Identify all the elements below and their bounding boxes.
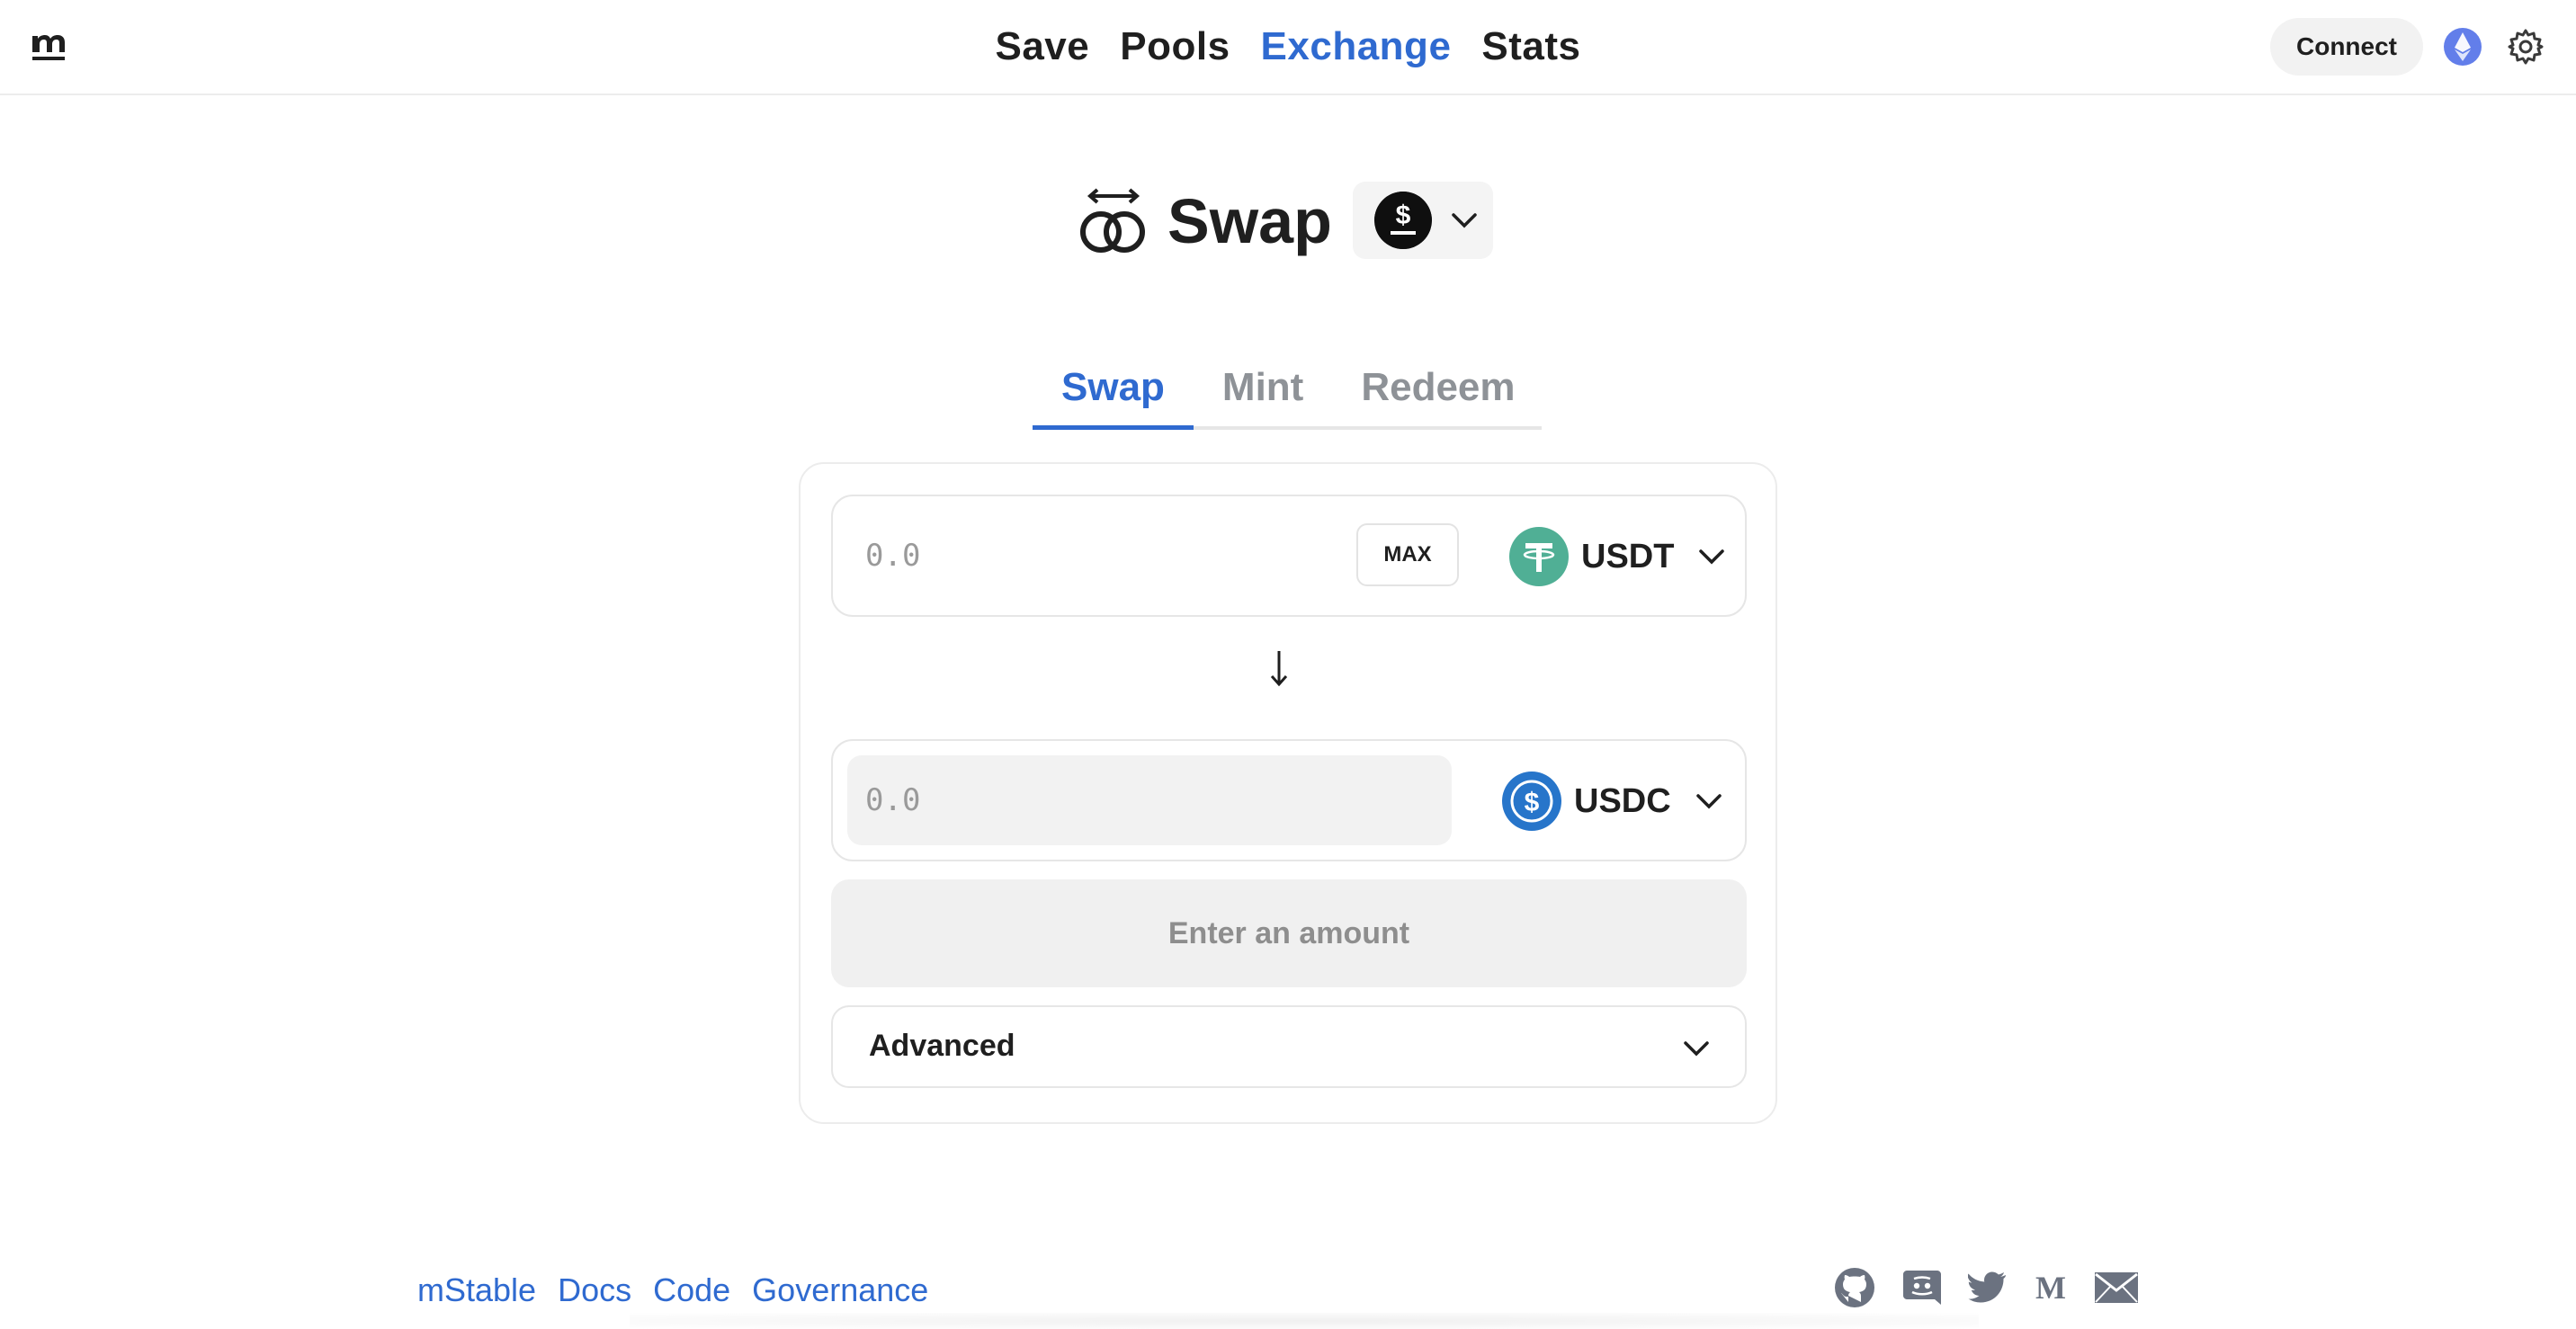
main-nav: Save Pools Exchange Stats bbox=[0, 18, 2576, 76]
advanced-label: Advanced bbox=[869, 1029, 1015, 1063]
chevron-down-icon bbox=[1684, 1041, 1709, 1057]
input-token-select[interactable]: USDT bbox=[1509, 525, 1726, 588]
masset-select-button[interactable]: $ bbox=[1353, 182, 1493, 259]
output-asset-box: $ USDC bbox=[831, 739, 1747, 861]
footer-link-mstable[interactable]: mStable bbox=[417, 1271, 536, 1309]
social-links: M bbox=[1833, 1266, 2139, 1309]
svg-text:$: $ bbox=[1525, 788, 1540, 817]
nav-exchange[interactable]: Exchange bbox=[1261, 18, 1452, 76]
submit-button[interactable]: Enter an amount bbox=[831, 879, 1747, 987]
output-amount-field bbox=[865, 775, 1315, 825]
nav-stats[interactable]: Stats bbox=[1481, 18, 1580, 76]
chevron-down-icon bbox=[1695, 794, 1722, 809]
swap-rings-icon bbox=[1080, 188, 1145, 253]
svg-text:$: $ bbox=[1396, 201, 1411, 230]
top-bar: Save Pools Exchange Stats Connect bbox=[0, 0, 2576, 95]
footer-link-docs[interactable]: Docs bbox=[558, 1271, 631, 1309]
advanced-toggle[interactable]: Advanced bbox=[831, 1005, 1747, 1088]
input-amount-field[interactable] bbox=[865, 531, 1315, 581]
tab-swap[interactable]: Swap bbox=[1033, 356, 1194, 430]
exchange-tabs: Swap Mint Redeem bbox=[1033, 356, 1542, 430]
discord-icon[interactable] bbox=[1901, 1269, 1943, 1307]
footer-links: mStable Docs Code Governance bbox=[417, 1271, 928, 1309]
output-token-select[interactable]: $ USDC bbox=[1502, 770, 1723, 833]
page-header: Swap bbox=[1079, 180, 1332, 263]
usdc-token-icon: $ bbox=[1502, 772, 1561, 831]
gear-icon[interactable] bbox=[2506, 27, 2545, 67]
email-icon[interactable] bbox=[2094, 1271, 2139, 1305]
chevron-down-icon bbox=[1699, 549, 1725, 565]
svg-text:M: M bbox=[2035, 1271, 2066, 1304]
connect-button[interactable]: Connect bbox=[2270, 18, 2423, 76]
arrow-down-icon bbox=[1270, 651, 1288, 687]
ethereum-network-icon[interactable] bbox=[2443, 27, 2482, 67]
footer-link-governance[interactable]: Governance bbox=[752, 1271, 928, 1309]
max-button[interactable]: MAX bbox=[1356, 523, 1459, 586]
output-amount-field-wrapper bbox=[847, 755, 1452, 845]
github-icon[interactable] bbox=[1833, 1266, 1876, 1309]
musd-coin-icon: $ bbox=[1374, 192, 1432, 249]
nav-save[interactable]: Save bbox=[995, 18, 1089, 76]
footer-link-code[interactable]: Code bbox=[653, 1271, 730, 1309]
medium-icon[interactable]: M bbox=[2033, 1271, 2069, 1304]
tab-mint[interactable]: Mint bbox=[1194, 356, 1332, 426]
nav-pools[interactable]: Pools bbox=[1120, 18, 1230, 76]
chevron-down-icon bbox=[1452, 213, 1477, 228]
footer-divider bbox=[630, 1313, 1979, 1329]
page-title: Swap bbox=[1167, 186, 1332, 256]
swap-card: MAX USDT $ USDC bbox=[799, 462, 1777, 1124]
output-token-label: USDC bbox=[1574, 781, 1671, 820]
input-token-label: USDT bbox=[1581, 537, 1675, 575]
tab-redeem[interactable]: Redeem bbox=[1332, 356, 1543, 426]
twitter-icon[interactable] bbox=[1968, 1271, 2008, 1304]
input-asset-box: MAX USDT bbox=[831, 495, 1747, 617]
usdt-token-icon bbox=[1509, 527, 1569, 586]
